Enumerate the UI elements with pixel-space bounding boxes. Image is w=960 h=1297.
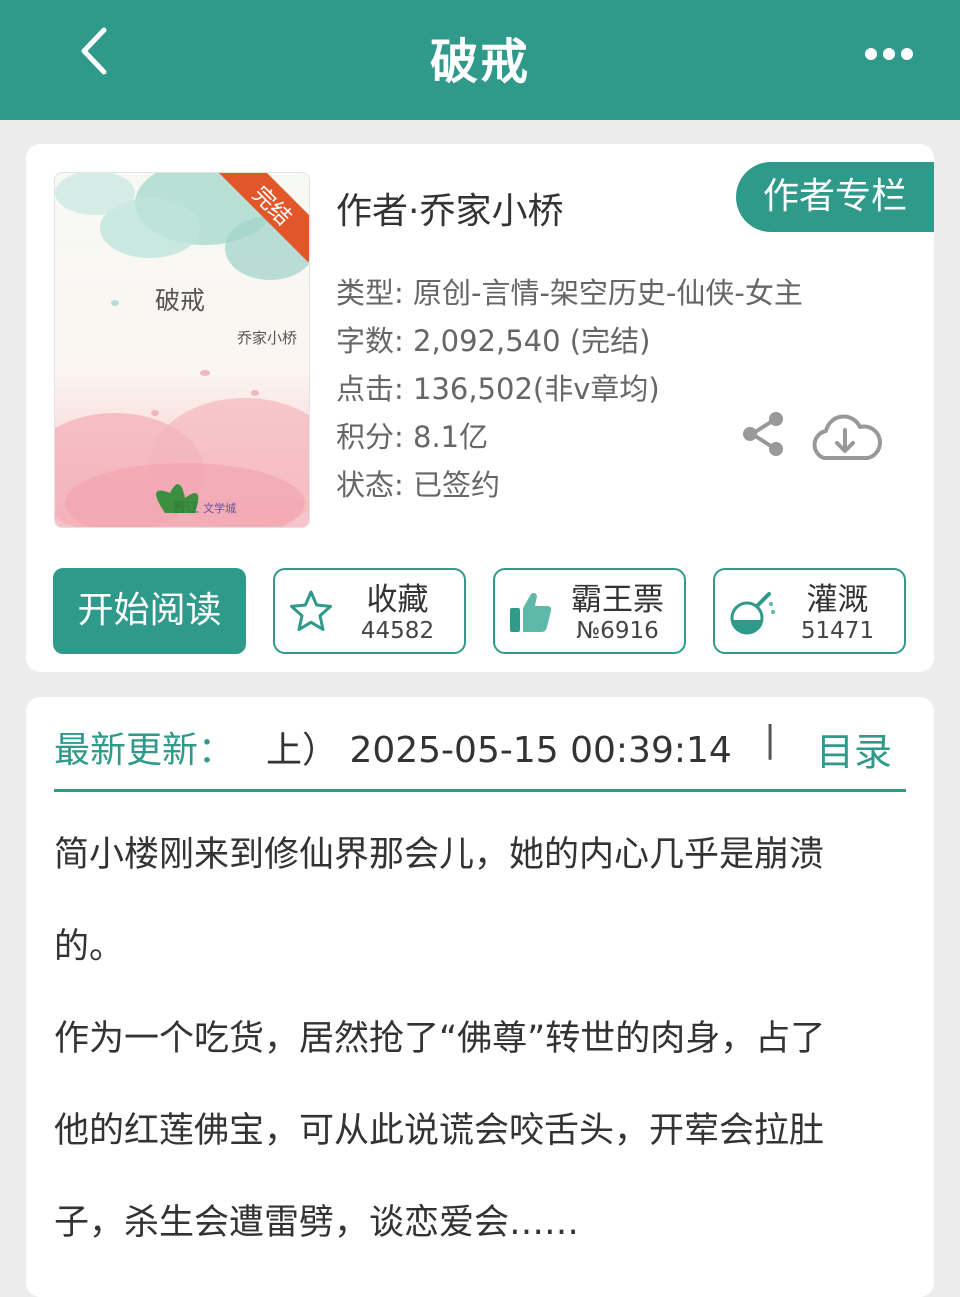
meta-points: 积分: 8.1亿: [336, 420, 489, 454]
author-column-button[interactable]: 作者专栏: [736, 162, 934, 232]
top-bar: 破戒: [0, 0, 960, 120]
collect-count: 44582: [360, 618, 435, 644]
book-cover[interactable]: 破戒 乔家小桥 完结 晋江 文学城: [54, 172, 310, 528]
collect-label: 收藏: [366, 582, 429, 618]
latest-chapter[interactable]: 上） 2025-05-15 00:39:14: [266, 721, 732, 773]
summary-line: 子，杀生会遭雷劈，谈恋爱会……: [54, 1203, 580, 1243]
book-content-card: 最新更新： 上） 2025-05-15 00:39:14 | 目录 简小楼刚来到…: [26, 697, 934, 1297]
page-title: 破戒: [429, 34, 530, 90]
thumbs-up-icon: [510, 592, 552, 632]
ticket-label: 霸王票: [571, 582, 664, 618]
publisher-logo: 晋江 文学城: [173, 501, 237, 516]
watering-flask-icon: [730, 592, 775, 635]
book-meta: 类型: 原创-言情-架空历史-仙侠-女主 字数: 2,092,540 (完结) …: [336, 270, 803, 510]
meta-word-count: 字数: 2,092,540 (完结): [336, 324, 651, 358]
section-divider: [54, 789, 906, 792]
divider-bar: |: [764, 719, 777, 760]
summary-line: 他的红莲佛宝，可从此说谎会咬舌头，开荤会拉肚: [54, 1111, 825, 1151]
table-of-contents-link[interactable]: 目录: [816, 721, 892, 776]
water-label: 灌溉: [806, 582, 869, 618]
more-dots-icon: [865, 48, 913, 60]
water-count: 51471: [800, 618, 875, 644]
meta-status: 状态: 已签约: [336, 468, 500, 502]
cloud-download-icon: [812, 414, 882, 460]
meta-clicks: 点击: 136,502(非v章均): [336, 372, 660, 406]
summary-line: 的。: [54, 927, 125, 967]
start-reading-button[interactable]: 开始阅读: [53, 568, 246, 654]
ticket-button[interactable]: 霸王票 №6916: [493, 568, 686, 654]
cover-title: 破戒: [155, 286, 206, 315]
share-button[interactable]: [738, 408, 790, 460]
more-button[interactable]: [864, 36, 914, 76]
cover-author: 乔家小桥: [237, 329, 298, 347]
ticket-rank: №6916: [576, 618, 659, 644]
book-summary: 简小楼刚来到修仙界那会儿，她的内心几乎是崩溃 的。 作为一个吃货，居然抢了“佛尊…: [54, 809, 914, 1269]
author-name[interactable]: 作者·乔家小桥: [336, 182, 563, 234]
download-button[interactable]: [806, 408, 884, 468]
summary-line: 作为一个吃货，居然抢了“佛尊”转世的肉身，占了: [54, 1019, 826, 1059]
meta-genre: 类型: 原创-言情-架空历史-仙侠-女主: [336, 276, 803, 310]
summary-line: 简小楼刚来到修仙界那会儿，她的内心几乎是崩溃: [54, 835, 825, 875]
share-icon: [743, 412, 783, 456]
water-button[interactable]: 灌溉 51471: [713, 568, 906, 654]
cover-illustration: [55, 173, 309, 527]
latest-update-label: 最新更新：: [54, 730, 235, 771]
star-icon: [290, 590, 332, 631]
collect-button[interactable]: 收藏 44582: [273, 568, 466, 654]
book-info-card: 破戒 乔家小桥 完结 晋江 文学城 作者·乔家小桥 作者专栏 类型: 原创-言情…: [26, 144, 934, 672]
